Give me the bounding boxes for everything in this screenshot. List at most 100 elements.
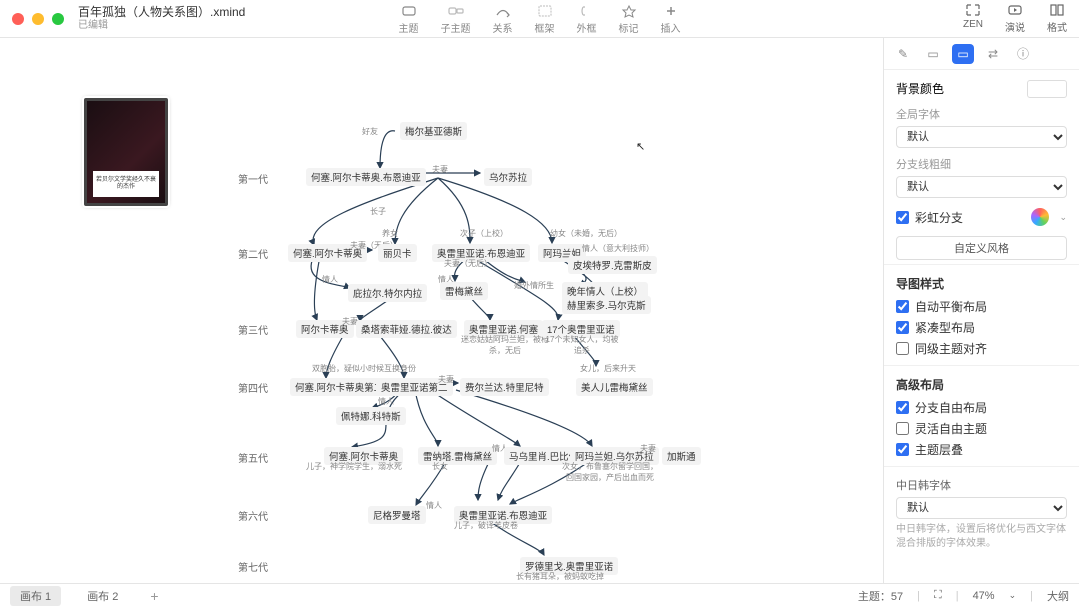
outline-button[interactable]: 大纲 <box>1047 588 1069 604</box>
toolbar-present-button[interactable]: 演说 <box>1005 3 1025 34</box>
compact-layout-label: 紧凑型布局 <box>915 319 975 336</box>
sidebar-tab-info-icon[interactable]: ⓘ <box>1012 44 1034 64</box>
edge-pilar-lover-1: 情人 <box>322 274 338 285</box>
sheet-tab-2[interactable]: 画布 2 <box>77 586 128 606</box>
caption-meme: 长女 <box>432 461 448 472</box>
node-pietro[interactable]: 皮埃特罗.克雷斯皮 <box>568 256 657 274</box>
node-remedios-beauty[interactable]: 美人儿雷梅黛丝 <box>576 378 653 396</box>
close-window-button[interactable] <box>12 13 24 25</box>
caption-aurejose: 迷恋姑姑阿玛兰妲，被枪杀，无后 <box>460 334 550 356</box>
edge-friend: 好友 <box>362 126 378 137</box>
caption-remedios-b: 女儿，后来升天 <box>580 363 636 374</box>
chevron-down-icon[interactable]: ⌄ <box>1059 212 1067 223</box>
zoom-level[interactable]: 47% <box>973 590 995 602</box>
edge-youngest-daughter: 幼女（未婚，无后） <box>550 228 622 239</box>
toolbar-insert-button[interactable]: 插入 <box>661 4 681 35</box>
toolbar-topic-button[interactable]: 主题 <box>399 4 419 35</box>
node-rebeca[interactable]: 丽贝卡 <box>378 244 417 262</box>
cjk-font-label: 中日韩字体 <box>896 477 1067 493</box>
bg-color-swatch[interactable] <box>1027 80 1067 98</box>
node-jose-arcadio-ii[interactable]: 何塞.阿尔卡蒂奥第二 <box>290 378 388 396</box>
window-title: 百年孤独（人物关系图）.xmind <box>78 6 245 20</box>
toolbar-summary-label: 外框 <box>577 20 597 35</box>
free-branch-checkbox[interactable] <box>896 401 909 414</box>
toolbar-zen-button[interactable]: ZEN <box>963 3 983 34</box>
auto-balance-label: 自动平衡布局 <box>915 298 987 315</box>
edge-spouse-5: 夫妻 <box>640 443 656 454</box>
caption-aurebab: 儿子，破译羊皮卷 <box>454 520 518 531</box>
toolbar-right: ZEN 演说 格式 <box>963 3 1067 34</box>
topic-overlap-label: 主题层叠 <box>915 441 963 458</box>
sheet-tab-1[interactable]: 画布 1 <box>10 586 61 606</box>
node-herineldo[interactable]: 赫里索多.马尔克斯 <box>562 296 651 314</box>
node-fernanda[interactable]: 费尔兰达.特里尼特 <box>460 378 549 396</box>
caption-17sons: 17个未知女人，均被追杀 <box>542 334 622 356</box>
node-petra[interactable]: 佩特娜.科特斯 <box>336 407 406 425</box>
toolbar-marker-button[interactable]: 标记 <box>619 4 639 35</box>
gen-label-1: 第一代 <box>232 169 274 188</box>
gen-label-3: 第三代 <box>232 320 274 339</box>
section-cjk-font: 中日韩字体 默认 中日韩字体，设置后将优化与西文字体混合排版的字体效果。 <box>884 467 1079 555</box>
toolbar-subtopic-button[interactable]: 子主题 <box>441 4 471 35</box>
toolbar-boundary-button[interactable]: 框架 <box>535 4 555 35</box>
titlebar: 百年孤独（人物关系图）.xmind 已编辑 主题 子主题 关系 框架 外框 标记 <box>0 0 1079 38</box>
node-jose-buendia-1[interactable]: 何塞.阿尔卡蒂奥.布恩迪亚 <box>306 168 426 186</box>
minimize-window-button[interactable] <box>32 13 44 25</box>
window-controls <box>12 13 64 25</box>
free-topic-checkbox[interactable] <box>896 422 909 435</box>
edge-adopted: 养女 <box>382 228 398 239</box>
custom-style-button[interactable]: 自定义风格 <box>896 236 1067 260</box>
sidebar-tab-brush-icon[interactable]: ✎ <box>892 44 914 64</box>
caption-twins: 双胞胎，疑似小时候互换身份 <box>312 363 416 374</box>
node-melquiades[interactable]: 梅尔基亚德斯 <box>400 122 467 140</box>
node-santa-sofia[interactable]: 桑塔索菲娅.德拉.彼达 <box>356 320 457 338</box>
cursor-pointer-icon: ↖ <box>636 140 645 153</box>
edge-eldest: 长子 <box>370 206 386 217</box>
guide-header: 导图样式 <box>896 275 1067 292</box>
edge-second-son: 次子（上校） <box>460 228 508 239</box>
node-pilar[interactable]: 庇拉尔.特尔内拉 <box>348 284 427 302</box>
sidebar-tab-style-icon[interactable]: ▭ <box>922 44 944 64</box>
toolbar-relation-button[interactable]: 关系 <box>493 4 513 35</box>
map-mode-icon[interactable]: ⛶ <box>934 589 942 602</box>
toolbar-format-button[interactable]: 格式 <box>1047 3 1067 34</box>
toolbar-present-label: 演说 <box>1005 19 1025 34</box>
node-gaston[interactable]: 加斯通 <box>662 447 701 465</box>
sidebar-tab-map-icon[interactable]: ▭ <box>952 44 974 64</box>
rainbow-color-button[interactable] <box>1031 208 1049 226</box>
rainbow-label: 彩虹分支 <box>915 209 963 226</box>
sidebar-tab-settings-icon[interactable]: ⇄ <box>982 44 1004 64</box>
add-sheet-button[interactable]: + <box>144 588 164 604</box>
edge-lover-nigro: 情人 <box>426 500 442 511</box>
canvas[interactable]: 若贝尔文学奖经久不衰的杰作 ↖ 第一代 第二代 第三代 第四代 第五代 第六代 … <box>0 38 883 583</box>
rainbow-checkbox[interactable] <box>896 211 909 224</box>
global-font-label: 全局字体 <box>896 106 1067 122</box>
cjk-font-select[interactable]: 默认 <box>896 497 1067 519</box>
node-remedios-m[interactable]: 雷梅黛丝 <box>440 282 488 300</box>
gen-label-7: 第七代 <box>232 557 274 576</box>
toolbar-summary-button[interactable]: 外框 <box>577 4 597 35</box>
book-thumbnail[interactable]: 若贝尔文学奖经久不衰的杰作 <box>84 98 168 206</box>
maximize-window-button[interactable] <box>52 13 64 25</box>
zoom-chevron-icon[interactable]: ⌄ <box>1009 590 1017 601</box>
node-meme[interactable]: 雷纳塔.雷梅黛丝 <box>418 447 497 465</box>
topic-count: 主题：57 <box>858 588 903 604</box>
node-ursula[interactable]: 乌尔苏拉 <box>484 168 532 186</box>
auto-balance-checkbox[interactable] <box>896 300 909 313</box>
caption-rodrigo: 长有猪耳朵，被蚂蚁吃掉 <box>516 571 604 582</box>
branch-width-label: 分支线粗细 <box>896 156 1067 172</box>
topic-overlap-checkbox[interactable] <box>896 443 909 456</box>
cjk-hint: 中日韩字体，设置后将优化与西文字体混合排版的字体效果。 <box>896 523 1067 551</box>
node-nigromanta[interactable]: 尼格罗曼塔 <box>368 506 426 524</box>
toolbar-insert-label: 插入 <box>661 20 681 35</box>
toolbar-format-label: 格式 <box>1047 19 1067 34</box>
caption-amau: 次女，布鲁塞尔留学回国，回国家园，产后出血而死 <box>560 461 660 483</box>
same-level-align-checkbox[interactable] <box>896 342 909 355</box>
toolbar-center: 主题 子主题 关系 框架 外框 标记 插入 <box>399 4 681 35</box>
toolbar-topic-label: 主题 <box>399 20 419 35</box>
branch-width-select[interactable]: 默认 <box>896 176 1067 198</box>
global-font-select[interactable]: 默认 <box>896 126 1067 148</box>
compact-layout-checkbox[interactable] <box>896 321 909 334</box>
gen-label-2: 第二代 <box>232 244 274 263</box>
edge-spouse-4: 夫妻 <box>438 374 454 385</box>
